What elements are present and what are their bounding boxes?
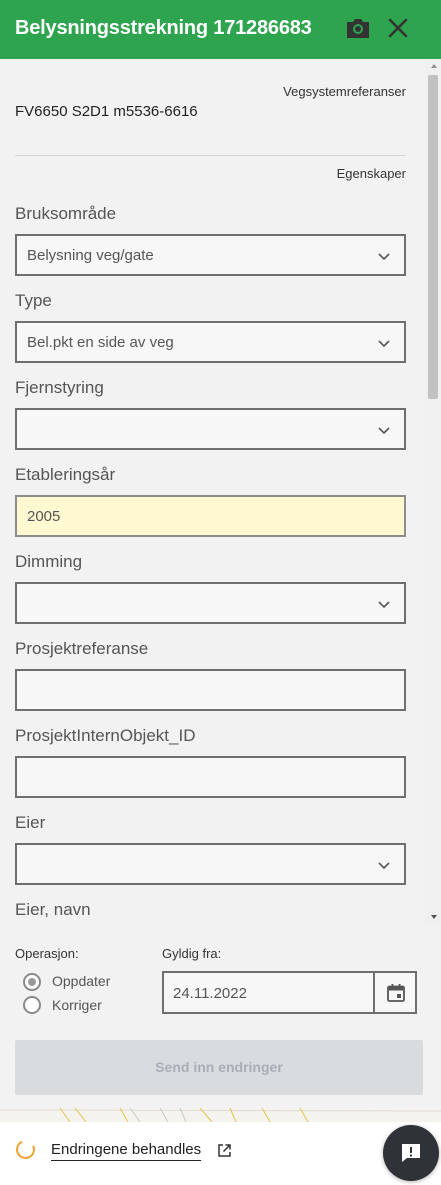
calendar-icon[interactable] <box>386 983 406 1003</box>
chevron-down-icon <box>378 862 390 870</box>
field-label-prosjektinternobjekt-id: ProsjektInternObjekt_ID <box>15 726 196 745</box>
chevron-down-icon <box>378 340 390 348</box>
chevron-down-icon <box>378 601 390 609</box>
dimming-select[interactable] <box>15 582 406 624</box>
edit-panel: Belysningsstrekning 171286683 Vegsystemr… <box>0 0 441 1108</box>
radio-korriger-label[interactable]: Korriger <box>52 997 102 1013</box>
scroll-up-arrow-icon[interactable] <box>431 64 437 68</box>
close-icon[interactable] <box>384 14 412 42</box>
feedback-button[interactable] <box>383 1125 439 1181</box>
field-label-eier: Eier <box>15 813 46 832</box>
prosjektreferanse-input[interactable] <box>15 669 406 711</box>
chevron-down-icon <box>378 427 390 435</box>
fjernstyring-select[interactable] <box>15 408 406 450</box>
chevron-down-icon <box>378 253 390 261</box>
valid-from-date-input[interactable]: 24.11.2022 <box>162 971 417 1014</box>
field-label-etableringsar: Etableringsår <box>15 465 116 484</box>
radio-oppdater-label[interactable]: Oppdater <box>52 973 110 989</box>
field-label-dimming: Dimming <box>15 552 83 571</box>
vegsystem-section-label: Vegsystemreferanser <box>283 84 406 99</box>
radio-korriger[interactable] <box>23 996 41 1014</box>
radio-oppdater[interactable] <box>23 973 41 991</box>
egenskaper-section-label: Egenskaper <box>336 166 406 181</box>
bruksomrade-select[interactable]: Belysning veg/gate <box>15 234 406 276</box>
field-label-prosjektreferanse: Prosjektreferanse <box>15 639 149 658</box>
prosjektinternobjekt-id-input[interactable] <box>15 756 406 798</box>
operation-label: Operasjon: <box>15 946 79 961</box>
field-label-eier-navn: Eier, navn <box>15 900 91 919</box>
valid-from-value: 24.11.2022 <box>173 985 247 1002</box>
panel-title: Belysningsstrekning 171286683 <box>15 17 312 39</box>
field-label-fjernstyring: Fjernstyring <box>15 378 104 397</box>
etableringsar-value: 2005 <box>27 508 61 525</box>
camera-icon[interactable] <box>344 14 372 42</box>
bruksomrade-value: Belysning veg/gate <box>27 247 154 264</box>
scroll-down-arrow-icon[interactable] <box>431 915 437 919</box>
map-background <box>0 1107 441 1123</box>
field-label-type: Type <box>15 291 52 310</box>
vegsystem-reference: FV6650 S2D1 m5536-6616 <box>15 103 198 120</box>
field-label-bruksomrade: Bruksområde <box>15 204 117 223</box>
type-value: Bel.pkt en side av veg <box>27 334 174 351</box>
scrollbar-thumb[interactable] <box>428 75 438 399</box>
status-link[interactable]: Endringene behandles <box>51 1141 202 1161</box>
send-changes-label: Send inn endringer <box>155 1059 283 1075</box>
external-link-icon[interactable] <box>217 1143 232 1158</box>
etableringsar-input[interactable]: 2005 <box>15 495 406 537</box>
section-divider <box>15 155 406 156</box>
feedback-icon <box>402 1144 420 1162</box>
date-separator <box>373 973 375 1012</box>
panel-header: Belysningsstrekning 171286683 <box>0 0 441 59</box>
type-select[interactable]: Bel.pkt en side av veg <box>15 321 406 363</box>
send-changes-button[interactable]: Send inn endringer <box>15 1040 423 1095</box>
eier-select[interactable] <box>15 843 406 885</box>
valid-from-label: Gyldig fra: <box>162 946 222 961</box>
